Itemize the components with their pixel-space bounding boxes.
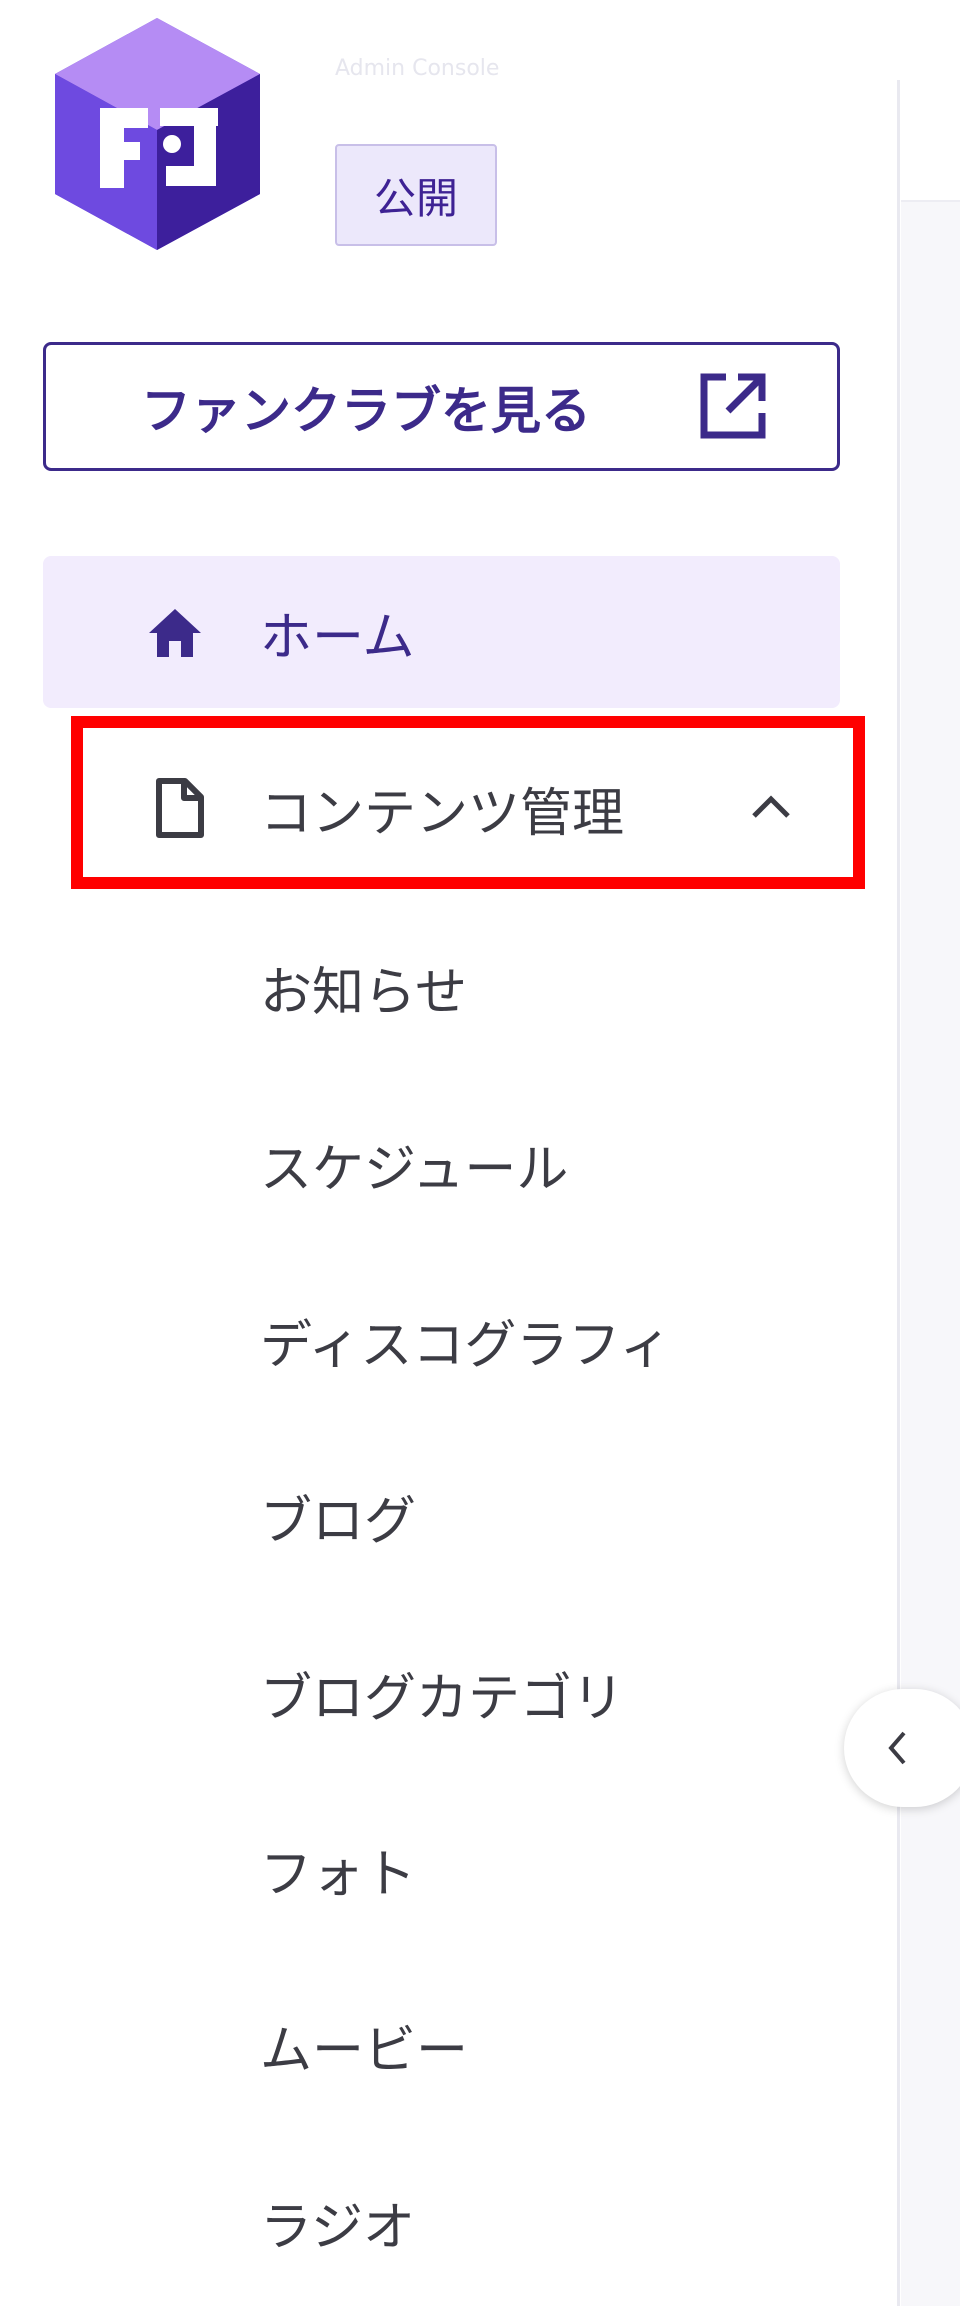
submenu-item-radio[interactable]: ラジオ	[260, 2162, 415, 2282]
nav-item-home-label: ホーム	[260, 607, 415, 668]
submenu-item-photo[interactable]: フォト	[260, 1809, 416, 1929]
sidebar-divider	[897, 80, 900, 2306]
nav-item-content-management-label: コンテンツ管理	[260, 783, 625, 844]
submenu-item-blog-category[interactable]: ブログカテゴリ	[260, 1633, 624, 1753]
sidebar-collapse-button[interactable]	[844, 1689, 960, 1807]
document-icon	[156, 778, 204, 838]
view-fanclub-button[interactable]: ファンクラブを見る	[43, 342, 840, 471]
external-link-icon	[700, 373, 766, 439]
submenu-item-discography[interactable]: ディスコグラフィ	[260, 1280, 671, 1400]
nav-item-content-management[interactable]: コンテンツ管理	[43, 732, 840, 884]
home-icon	[149, 609, 201, 657]
nav-item-home[interactable]: ホーム	[43, 556, 840, 708]
submenu-item-blog[interactable]: ブログ	[260, 1456, 416, 1576]
chevron-left-icon	[888, 1731, 906, 1765]
main-header	[901, 0, 960, 202]
submenu-item-movie[interactable]: ムービー	[260, 1985, 468, 2105]
app-name: Admin Console	[335, 58, 500, 81]
fanclub-logo-icon[interactable]	[50, 16, 265, 252]
status-badge: 公開	[335, 144, 497, 246]
submenu-item-schedule[interactable]: スケジュール	[260, 1104, 568, 1224]
main-content-area	[901, 0, 960, 2306]
chevron-up-icon[interactable]	[750, 792, 792, 822]
view-fanclub-label: ファンクラブを見る	[141, 381, 591, 440]
submenu-item-news[interactable]: お知らせ	[260, 927, 467, 1047]
